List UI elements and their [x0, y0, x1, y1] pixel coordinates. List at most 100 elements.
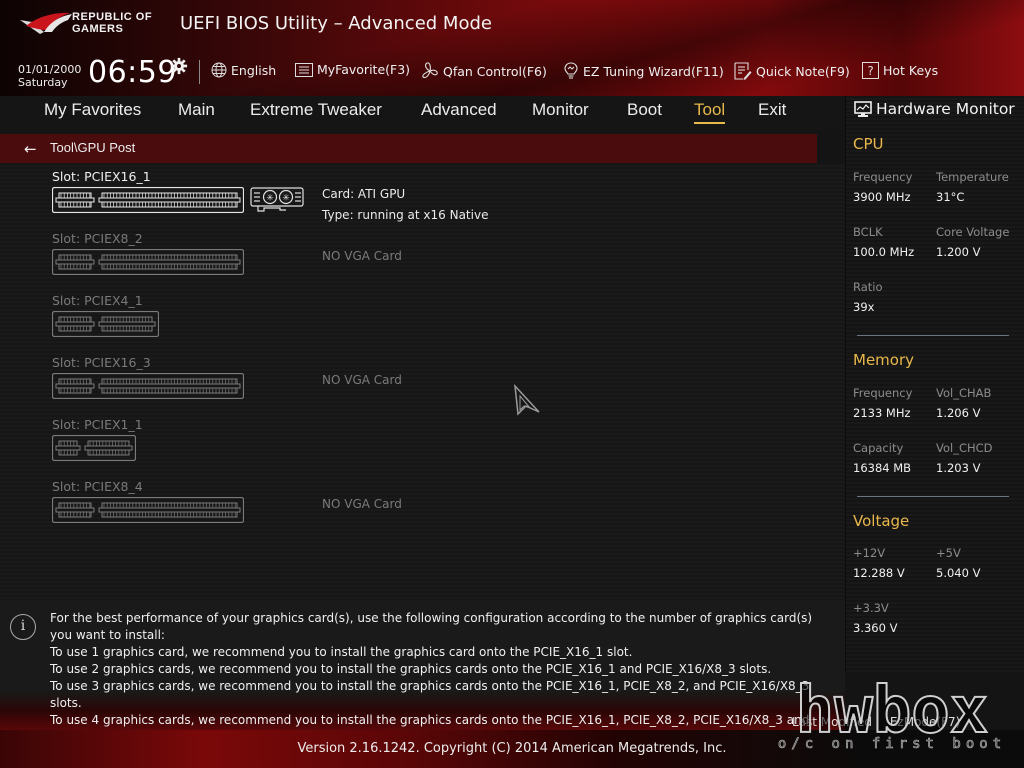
tab-monitor[interactable]: Monitor	[532, 100, 589, 120]
cpu-temperature-value: 31°C	[936, 190, 965, 204]
tab-exit[interactable]: Exit	[758, 100, 786, 120]
my-favorite-label: MyFavorite(F3)	[317, 62, 411, 77]
tab-my-favorites[interactable]: My Favorites	[44, 100, 141, 120]
capacity-label: Capacity	[853, 441, 904, 455]
hot-keys-label: Hot Keys	[883, 63, 939, 78]
card-type: Type: running at x16 Native	[322, 208, 489, 222]
app-title: UEFI BIOS Utility – Advanced Mode	[180, 13, 492, 34]
hardware-monitor-title: Hardware Monitor	[876, 100, 1015, 118]
cpu-frequency-value: 3900 MHz	[853, 190, 911, 204]
brand-line-1: REPUBLIC OF	[72, 11, 153, 23]
memory-frequency-value: 2133 MHz	[853, 406, 911, 420]
vol-chcd-value: 1.203 V	[936, 461, 981, 475]
fan-icon	[422, 62, 438, 79]
back-arrow-icon[interactable]: ←	[24, 140, 37, 158]
v12-label: +12V	[853, 546, 886, 560]
mouse-cursor-icon	[514, 384, 540, 416]
memory-heading: Memory	[853, 351, 915, 369]
section-divider	[857, 335, 1009, 336]
clock: 06:59	[88, 55, 177, 90]
qfan-control-label: Qfan Control(F6)	[443, 63, 547, 79]
language-label: English	[231, 62, 277, 78]
watermark-tagline: o/c on first boot	[778, 736, 1006, 752]
svg-text:✳: ✳	[266, 194, 274, 204]
vol-chab-label: Vol_CHAB	[936, 386, 992, 400]
v33-label: +3.3V	[853, 601, 889, 615]
my-favorite-button[interactable]: MyFavorite(F3)	[295, 62, 410, 77]
bclk-value: 100.0 MHz	[853, 245, 915, 259]
pcie-x8-slot-icon	[52, 497, 244, 523]
help-icon: ?	[862, 62, 879, 79]
pcie-x4-slot-icon	[52, 311, 159, 337]
vol-chcd-label: Vol_CHCD	[936, 441, 993, 455]
pcie-x8-slot-icon	[52, 249, 244, 275]
slot-status: NO VGA Card	[322, 373, 402, 387]
cpu-heading: CPU	[853, 135, 884, 153]
slot-status: NO VGA Card	[322, 497, 402, 511]
date: 01/01/2000	[18, 63, 82, 76]
note-icon	[734, 62, 752, 80]
qfan-control-button[interactable]: Qfan Control(F6)	[421, 62, 547, 80]
monitor-icon	[854, 100, 872, 117]
language-button[interactable]: English	[211, 62, 276, 78]
hot-keys-button[interactable]: ? Hot Keys	[862, 62, 938, 79]
pcie-x1-slot-icon	[52, 435, 136, 461]
tab-extreme-tweaker[interactable]: Extreme Tweaker	[250, 100, 382, 120]
slot-label: Slot: PCIEX8_2	[52, 231, 143, 246]
help-text: For the best performance of your graphic…	[50, 610, 830, 746]
svg-text:✳: ✳	[282, 194, 290, 204]
ratio-label: Ratio	[853, 280, 883, 294]
weekday: Saturday	[18, 76, 68, 89]
capacity-value: 16384 MB	[853, 461, 912, 475]
v5-label: +5V	[936, 546, 961, 560]
cpu-frequency-label: Frequency	[853, 170, 913, 184]
hardware-monitor-panel: Hardware Monitor CPU Frequency Temperatu…	[845, 96, 1024, 672]
info-icon: i	[10, 614, 36, 640]
brand-text: REPUBLIC OF GAMERS	[72, 11, 152, 35]
brand-line-2: GAMERS	[72, 23, 124, 35]
slot-label: Slot: PCIEX16_1	[52, 169, 151, 184]
help-line: For the best performance of your graphic…	[50, 611, 813, 642]
ez-tuning-wizard-button[interactable]: EZ Tuning Wizard(F11)	[563, 62, 724, 80]
core-voltage-value: 1.200 V	[936, 245, 981, 259]
ratio-value: 39x	[853, 300, 875, 314]
memory-frequency-label: Frequency	[853, 386, 913, 400]
hwbox-watermark: hwbox o/c on first boot	[778, 673, 1006, 752]
pcie-x16-slot-icon	[52, 187, 244, 213]
slot-label: Slot: PCIEX1_1	[52, 417, 143, 432]
hardware-monitor-header: Hardware Monitor	[854, 100, 1015, 118]
v5-value: 5.040 V	[936, 566, 981, 580]
quick-note-button[interactable]: Quick Note(F9)	[734, 62, 850, 80]
slot-status: NO VGA Card	[322, 249, 402, 263]
quick-note-label: Quick Note(F9)	[756, 63, 850, 79]
tab-main[interactable]: Main	[178, 100, 215, 120]
tab-tool[interactable]: Tool	[694, 100, 726, 124]
help-line: To use 3 graphics cards, we recommend yo…	[50, 679, 810, 710]
breadcrumb: ← Tool\GPU Post	[0, 134, 817, 163]
top-bar: REPUBLIC OF GAMERS UEFI BIOS Utility – A…	[0, 0, 1024, 96]
slot-label: Slot: PCIEX4_1	[52, 293, 143, 308]
help-info-panel: i For the best performance of your graph…	[0, 600, 845, 744]
v12-value: 12.288 V	[853, 566, 905, 580]
slot-label: Slot: PCIEX8_4	[52, 479, 143, 494]
breadcrumb-path: Tool\GPU Post	[50, 140, 136, 155]
favorites-icon	[295, 62, 313, 77]
bclk-label: BCLK	[853, 225, 883, 239]
tab-boot[interactable]: Boot	[627, 100, 662, 120]
pcie-x16-slot-icon	[52, 373, 244, 399]
graphics-card-icon: ✳ ✳	[250, 187, 304, 212]
ez-tuning-wizard-label: EZ Tuning Wizard(F11)	[583, 63, 724, 79]
voltage-heading: Voltage	[853, 512, 910, 530]
help-line: To use 1 graphics card, we recommend you…	[50, 645, 633, 659]
card-name: Card: ATI GPU	[322, 187, 406, 201]
v33-value: 3.360 V	[853, 621, 898, 635]
core-voltage-label: Core Voltage	[936, 225, 1010, 239]
gear-icon[interactable]	[170, 57, 188, 75]
cpu-temperature-label: Temperature	[936, 170, 1009, 184]
main-nav: My Favorites Main Extreme Tweaker Advanc…	[0, 96, 845, 130]
svg-text:?: ?	[867, 64, 873, 78]
section-divider	[857, 496, 1009, 497]
lightbulb-icon	[564, 62, 578, 79]
vol-chab-value: 1.206 V	[936, 406, 981, 420]
tab-advanced[interactable]: Advanced	[421, 100, 497, 120]
